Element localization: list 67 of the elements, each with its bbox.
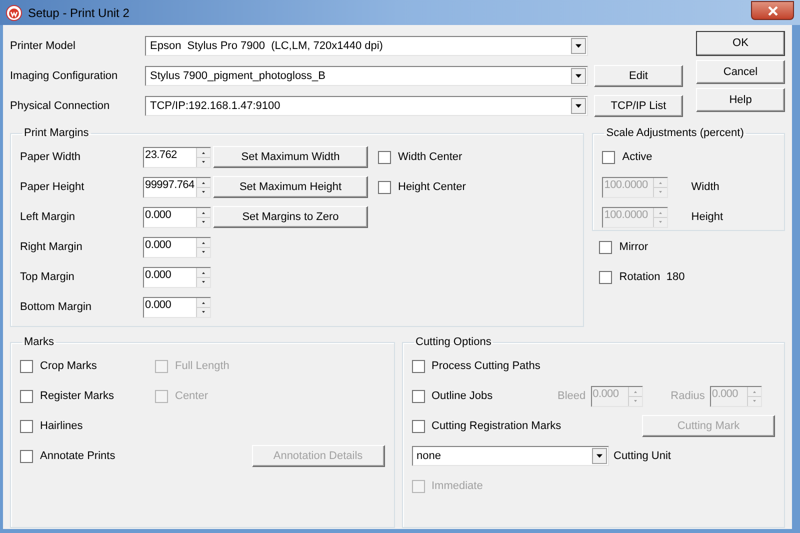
dropdown[interactable]: Stylus 7900_pigment_photogloss_B — [145, 66, 588, 86]
checkbox-label: Center — [175, 388, 208, 404]
spinner-field[interactable]: 23.762 — [143, 146, 211, 168]
checkbox-label: Full Length — [175, 358, 230, 374]
app-logo-icon — [6, 4, 22, 20]
field-label: Printer Model — [10, 38, 76, 54]
checkbox[interactable] — [378, 150, 391, 164]
checkbox-label: Annotate Prints — [40, 448, 116, 464]
checkbox[interactable] — [20, 360, 33, 372]
spinner-field[interactable]: 0.000 — [143, 296, 211, 318]
group-title: Marks — [23, 336, 55, 348]
field-label: Left Margin — [20, 210, 76, 225]
field-label: Bleed — [558, 388, 586, 404]
checkbox-label: Active — [622, 150, 652, 165]
field-label: Imaging Configuration — [10, 68, 119, 84]
checkbox-label: Outline Jobs — [432, 388, 493, 404]
checkbox[interactable] — [412, 390, 424, 402]
checkbox[interactable] — [412, 420, 424, 432]
dropdown[interactable]: Epson Stylus Pro 7900 (LC,LM, 720x1440 dpi) — [145, 36, 588, 56]
button[interactable]: Set Maximum Width — [213, 146, 368, 168]
checkbox[interactable] — [20, 450, 33, 462]
spinner-field[interactable]: 0.000 — [143, 236, 211, 258]
field-label: Top Margin — [20, 270, 76, 285]
field-label: Right Margin — [20, 240, 84, 255]
checkbox[interactable] — [599, 270, 612, 284]
checkbox[interactable] — [20, 390, 33, 402]
checkbox-label: Rotation 180 — [619, 270, 685, 285]
checkbox[interactable] — [599, 240, 612, 254]
checkbox[interactable] — [20, 420, 33, 432]
button[interactable]: Cancel — [696, 60, 785, 84]
checkbox-label: Immediate — [432, 478, 483, 494]
button[interactable]: Edit — [594, 65, 683, 87]
checkbox-label: Hairlines — [40, 418, 83, 434]
field-label: Width — [691, 180, 720, 195]
spinner-field[interactable]: 99997.764 — [143, 176, 211, 198]
button[interactable]: TCP/IP List — [594, 95, 683, 117]
spinner-field[interactable]: 0.000 — [143, 206, 211, 228]
checkbox[interactable] — [602, 150, 616, 164]
checkbox-label: Height Center — [398, 180, 466, 195]
field-label: Radius — [670, 388, 705, 404]
field-label: Cutting Unit — [614, 448, 671, 464]
group-title: Scale Adjustments (percent) — [605, 127, 745, 139]
window-title: Setup - Print Unit 2 — [28, 4, 130, 22]
field-label: Physical Connection — [10, 98, 111, 114]
group-title: Cutting Options — [414, 336, 492, 348]
checkbox-label: Mirror — [619, 240, 648, 255]
field-label: Height — [691, 210, 724, 225]
checkbox[interactable] — [412, 360, 424, 372]
close-button[interactable] — [751, 1, 794, 20]
field-label: Paper Height — [20, 180, 86, 195]
spinner-field[interactable]: 0.000 — [143, 266, 211, 288]
dropdown[interactable]: none — [412, 446, 608, 466]
close-icon — [768, 6, 778, 16]
default-button[interactable]: OK — [696, 31, 785, 56]
button[interactable]: Set Margins to Zero — [213, 206, 368, 228]
checkbox-label: Crop Marks — [40, 358, 97, 374]
field-label: Bottom Margin — [20, 300, 93, 315]
checkbox-label: Cutting Registration Marks — [432, 418, 562, 434]
checkbox-label: Register Marks — [40, 388, 114, 404]
checkbox[interactable] — [378, 180, 391, 194]
field-label: Paper Width — [20, 150, 82, 165]
checkbox-label: Width Center — [398, 150, 462, 165]
dropdown[interactable]: TCP/IP:192.168.1.47:9100 — [145, 96, 588, 116]
checkbox-label: Process Cutting Paths — [432, 358, 540, 374]
button[interactable]: Set Maximum Height — [213, 176, 368, 198]
button[interactable]: Help — [696, 88, 785, 112]
group-title: Print Margins — [23, 127, 90, 139]
